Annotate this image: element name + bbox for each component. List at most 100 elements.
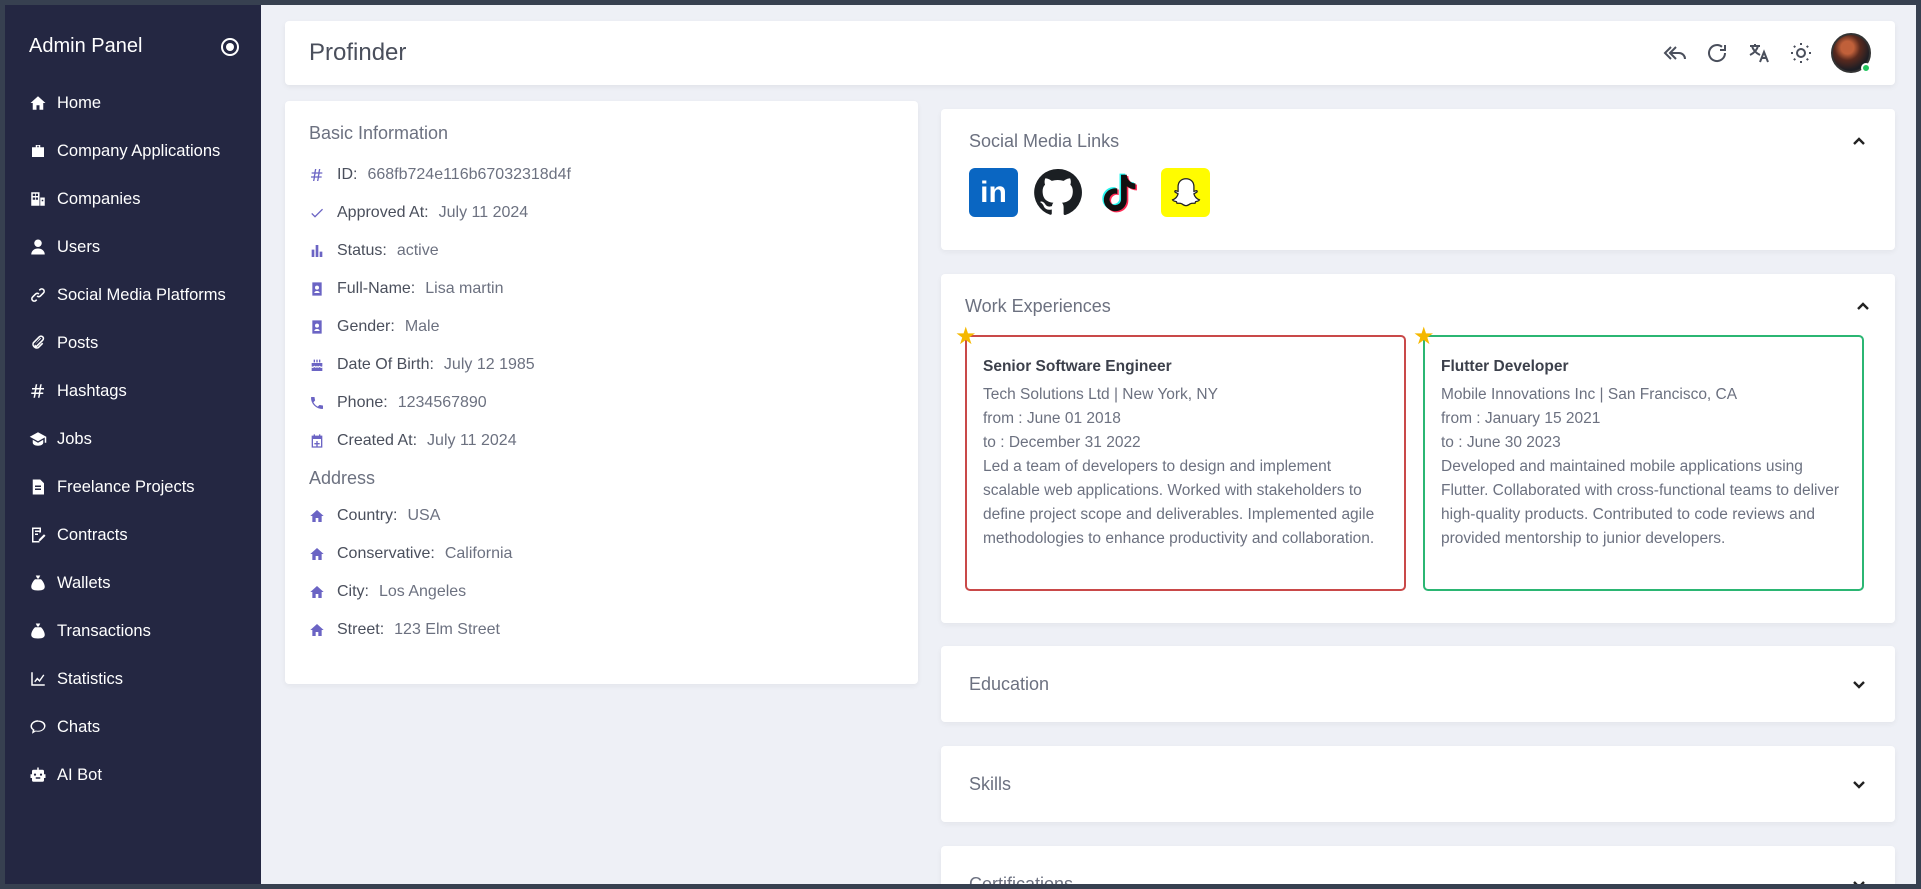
sidebar-item-label: Contracts: [57, 525, 128, 544]
online-status-dot: [1861, 63, 1871, 73]
experience-description: Led a team of developers to design and i…: [983, 458, 1375, 547]
chevron-up-icon[interactable]: [1851, 134, 1867, 150]
home-icon: [310, 548, 324, 560]
info-value: 123 Elm Street: [394, 621, 500, 638]
calendar-icon: [311, 434, 323, 448]
certifications-card[interactable]: Certifications: [941, 846, 1895, 884]
work-experiences-header[interactable]: Work Experiences: [965, 296, 1871, 317]
snapchat-logo: [1171, 177, 1200, 206]
experience-company: Tech Solutions Ltd | New York, NY: [983, 386, 1218, 403]
sidebar-item-statistics[interactable]: Statistics: [5, 655, 261, 703]
sidebar: Admin Panel Home Company Applications Co…: [5, 5, 261, 884]
chevron-down-icon[interactable]: [1851, 776, 1867, 792]
github-icon[interactable]: [1033, 168, 1082, 217]
snapchat-icon[interactable]: [1161, 168, 1210, 217]
sidebar-item-ai-bot[interactable]: AI Bot: [5, 751, 261, 799]
experience-description: Developed and maintained mobile applicat…: [1441, 458, 1840, 547]
info-value: July 11 2024: [427, 432, 517, 449]
bar-chart-icon: [311, 245, 323, 257]
info-label: Full-Name:: [337, 280, 416, 297]
info-value: Lisa martin: [425, 280, 504, 297]
linkedin-icon[interactable]: in: [969, 168, 1018, 217]
money-bag-icon: [31, 623, 45, 639]
sidebar-item-company-applications[interactable]: Company Applications: [5, 127, 261, 175]
user-icon: [31, 239, 45, 255]
experience-from: from : January 15 2021: [1441, 410, 1601, 427]
link-icon: [31, 288, 45, 302]
info-row-conservative: Conservative: California: [309, 535, 894, 573]
sidebar-item-home[interactable]: Home: [5, 79, 261, 127]
avatar[interactable]: [1831, 33, 1871, 73]
chevron-down-icon[interactable]: [1851, 676, 1867, 692]
skills-card[interactable]: Skills: [941, 746, 1895, 822]
info-label: Approved At:: [337, 204, 429, 221]
home-icon: [310, 586, 324, 598]
graduation-cap-icon: [29, 432, 47, 446]
info-label: Created At:: [337, 432, 418, 449]
info-label: Country:: [337, 507, 398, 524]
education-title: Education: [969, 673, 1050, 694]
info-label: Conservative:: [337, 545, 435, 562]
info-label: City:: [337, 583, 369, 600]
translate-icon[interactable]: [1747, 41, 1771, 65]
sidebar-item-companies[interactable]: Companies: [5, 175, 261, 223]
sidebar-item-transactions[interactable]: Transactions: [5, 607, 261, 655]
sidebar-item-label: Wallets: [57, 573, 111, 592]
sidebar-title: Admin Panel: [29, 35, 143, 57]
info-value: 668fb724e116b67032318d4f: [367, 166, 571, 183]
experience-card: ★ Flutter Developer Mobile Innovations I…: [1413, 325, 1864, 591]
sidebar-item-label: Users: [57, 237, 101, 256]
sidebar-item-label: Jobs: [57, 429, 92, 448]
line-chart-icon: [31, 672, 45, 686]
topbar-actions: [1663, 33, 1871, 73]
sidebar-item-hashtags[interactable]: Hashtags: [5, 367, 261, 415]
star-icon: ★: [955, 323, 977, 350]
info-row-status: Status: active: [309, 232, 894, 270]
tiktok-icon[interactable]: [1097, 168, 1146, 217]
work-experiences-card: Work Experiences ★ Senior Software Engin…: [941, 274, 1895, 623]
reply-all-icon[interactable]: [1663, 41, 1687, 65]
experience-title: Flutter Developer: [1441, 358, 1569, 375]
money-bag-icon: [31, 575, 45, 591]
topbar: Profinder: [285, 21, 1895, 85]
work-experiences-title: Work Experiences: [965, 296, 1111, 316]
sidebar-item-social-media-platforms[interactable]: Social Media Platforms: [5, 271, 261, 319]
info-label: Street:: [337, 621, 385, 638]
experience-title: Senior Software Engineer: [983, 358, 1172, 375]
experience-company: Mobile Innovations Inc | San Francisco, …: [1441, 386, 1738, 403]
sidebar-item-posts[interactable]: Posts: [5, 319, 261, 367]
sidebar-item-users[interactable]: Users: [5, 223, 261, 271]
chevron-up-icon[interactable]: [1855, 299, 1871, 315]
chat-icon: [30, 720, 46, 734]
briefcase-icon: [32, 145, 44, 157]
chevron-down-icon[interactable]: [1851, 876, 1867, 884]
sidebar-item-label: Freelance Projects: [57, 477, 195, 496]
paperclip-icon: [32, 335, 45, 349]
education-card[interactable]: Education: [941, 646, 1895, 722]
sidebar-item-wallets[interactable]: Wallets: [5, 559, 261, 607]
id-badge-icon: [312, 320, 322, 334]
sidebar-item-jobs[interactable]: Jobs: [5, 415, 261, 463]
sidebar-item-chats[interactable]: Chats: [5, 703, 261, 751]
cake-icon: [311, 359, 323, 371]
info-row-full-name: Full-Name: Lisa martin: [309, 270, 894, 308]
info-row-id: ID: 668fb724e116b67032318d4f: [309, 156, 894, 194]
info-label: Status:: [337, 242, 387, 259]
info-row-street: Street: 123 Elm Street: [309, 611, 894, 649]
sidebar-item-label: Chats: [57, 717, 101, 736]
sidebar-nav: Home Company Applications Companies User…: [5, 79, 261, 799]
refresh-icon[interactable]: [1705, 41, 1729, 65]
document-icon: [32, 479, 44, 495]
experience-from: from : June 01 2018: [983, 410, 1121, 427]
info-row-created-at: Created At: July 11 2024: [309, 422, 894, 460]
sun-icon[interactable]: [1789, 41, 1813, 65]
sidebar-toggle-icon[interactable]: [221, 37, 239, 56]
sidebar-item-freelance-projects[interactable]: Freelance Projects: [5, 463, 261, 511]
sidebar-item-contracts[interactable]: Contracts: [5, 511, 261, 559]
info-value: USA: [407, 507, 441, 524]
robot-icon: [30, 767, 46, 782]
social-media-header[interactable]: Social Media Links: [969, 131, 1867, 152]
hashtag-icon: [311, 169, 323, 181]
social-media-card: Social Media Links in: [941, 109, 1895, 250]
home-icon: [310, 624, 324, 636]
